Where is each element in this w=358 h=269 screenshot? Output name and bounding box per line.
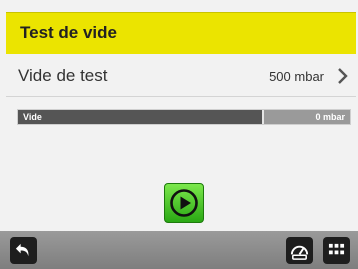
title-bar: Test de vide (6, 12, 356, 54)
vacuum-level-bar: Vide 0 mbar (18, 110, 350, 124)
vacuum-bar-label: Vide (23, 112, 42, 122)
setting-value: 500 mbar (269, 68, 324, 84)
app-screen: Test de vide Vide de test 500 mbar Vide … (0, 0, 358, 269)
back-button[interactable] (10, 237, 37, 264)
bottom-toolbar (0, 231, 358, 269)
vacuum-test-setting-row[interactable]: Vide de test 500 mbar (6, 56, 356, 97)
back-icon (15, 243, 29, 257)
gauge-icon (290, 245, 309, 260)
vacuum-bar-value: 0 mbar (315, 112, 345, 122)
menu-button[interactable] (323, 237, 350, 264)
page-title: Test de vide (20, 23, 117, 42)
start-test-button[interactable] (164, 183, 204, 223)
setting-label: Vide de test (18, 66, 108, 85)
play-icon (170, 189, 198, 217)
chevron-right-icon (330, 56, 356, 96)
grid-menu-icon (328, 243, 345, 255)
gauge-button[interactable] (286, 237, 313, 264)
